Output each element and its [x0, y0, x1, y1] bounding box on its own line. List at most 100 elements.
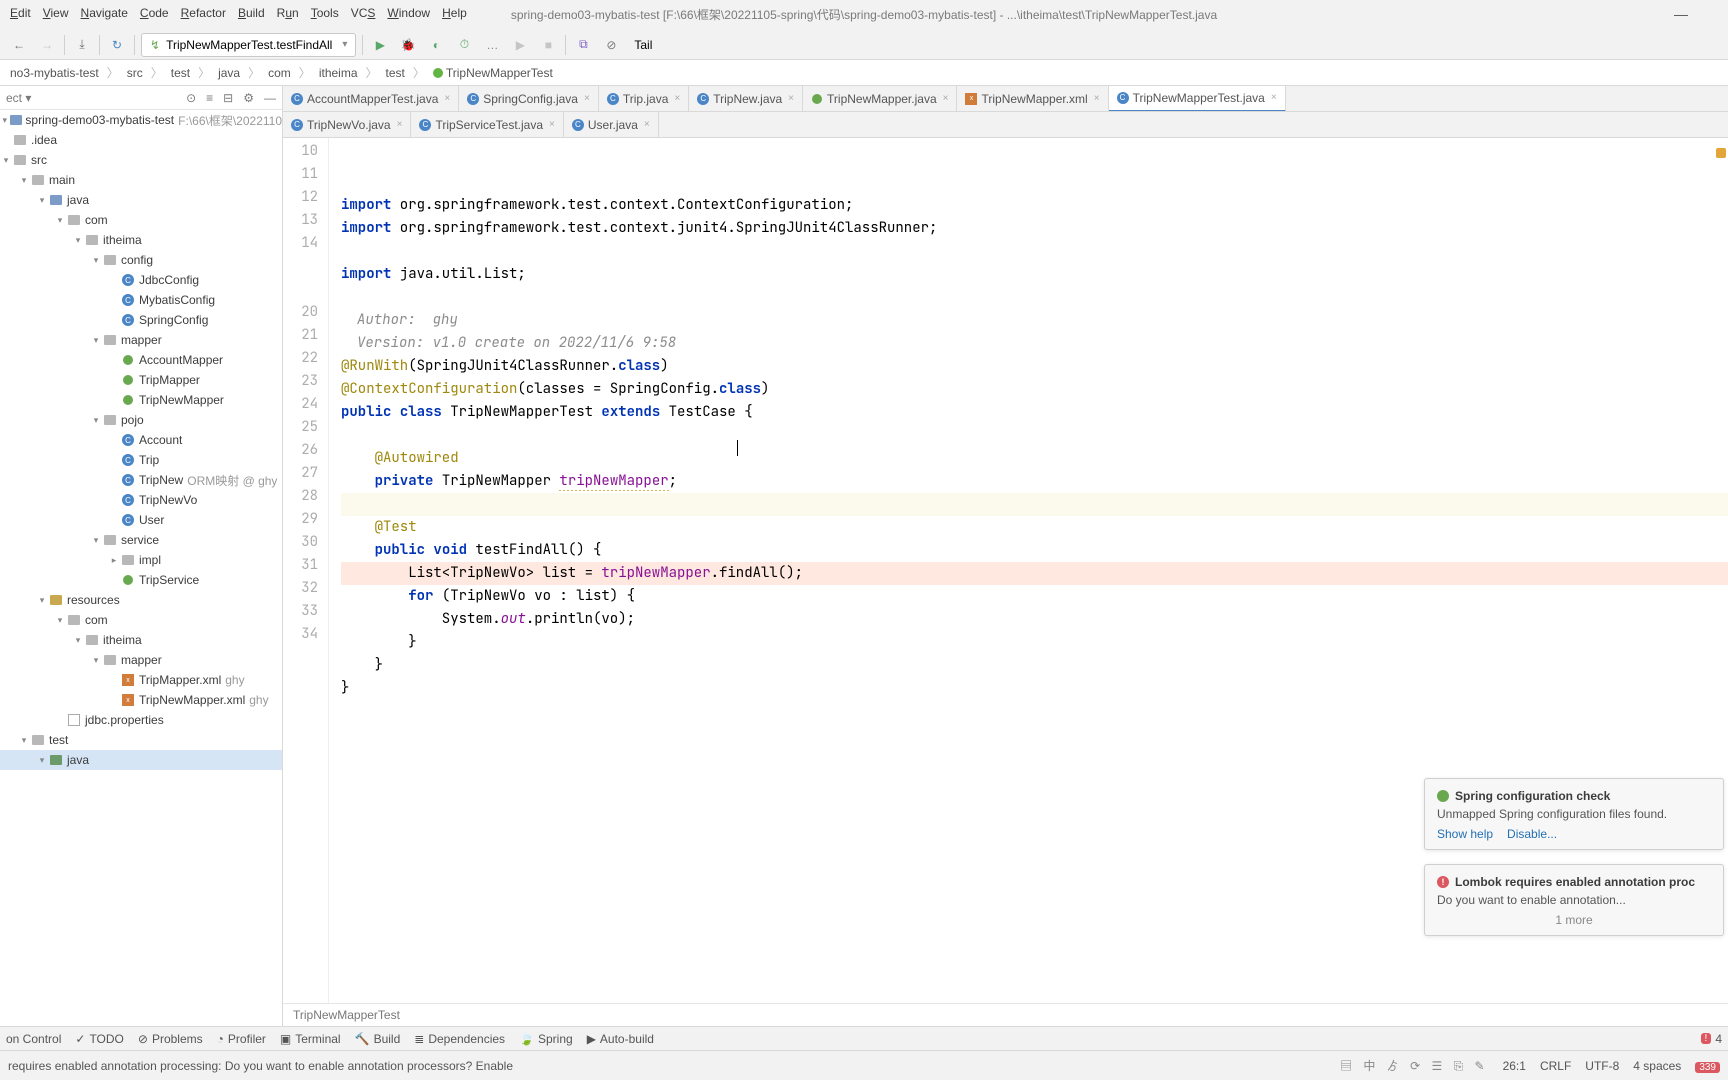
- tree-item[interactable]: ▾mapper: [0, 650, 282, 670]
- breadcrumb-item[interactable]: itheima: [317, 66, 360, 80]
- tree-item[interactable]: ▾service: [0, 530, 282, 550]
- close-icon[interactable]: ×: [397, 119, 403, 130]
- menu-build[interactable]: Build: [234, 4, 269, 22]
- tool-profiler[interactable]: ◔ Profiler: [217, 1032, 266, 1046]
- debug-button[interactable]: 🐞: [397, 34, 419, 56]
- close-icon[interactable]: ×: [943, 93, 949, 104]
- breadcrumb-item[interactable]: java: [216, 66, 242, 80]
- nav-back-icon[interactable]: ←: [8, 34, 30, 56]
- tree-item[interactable]: CSpringConfig: [0, 310, 282, 330]
- menu-code[interactable]: Code: [136, 4, 173, 22]
- indent-setting[interactable]: 4 spaces: [1633, 1059, 1681, 1073]
- menu-run[interactable]: Run: [273, 4, 303, 22]
- tree-item[interactable]: AccountMapper: [0, 350, 282, 370]
- hide-icon[interactable]: —: [264, 91, 276, 105]
- tree-item[interactable]: CTripNewORM映射 @ ghy: [0, 470, 282, 490]
- tree-item[interactable]: jdbc.properties: [0, 710, 282, 730]
- editor-tab[interactable]: CTripNewVo.java×: [283, 112, 411, 138]
- tree-item[interactable]: CTrip: [0, 450, 282, 470]
- collapse-all-icon[interactable]: ⊟: [223, 91, 233, 105]
- locate-file-icon[interactable]: ⊙: [186, 91, 196, 105]
- editor-tab[interactable]: CTrip.java×: [599, 86, 689, 112]
- tree-item[interactable]: ▾java: [0, 190, 282, 210]
- notification-spring[interactable]: Spring configuration check Unmapped Spri…: [1424, 778, 1724, 850]
- tree-item[interactable]: TripService: [0, 570, 282, 590]
- tool-version-control[interactable]: on Control: [6, 1032, 61, 1046]
- tool-dependencies[interactable]: ≣ Dependencies: [414, 1032, 505, 1046]
- attach-button[interactable]: …: [481, 34, 503, 56]
- editor-tab[interactable]: CTripServiceTest.java×: [411, 112, 563, 138]
- breadcrumb-item[interactable]: no3-mybatis-test: [8, 66, 101, 80]
- tree-item[interactable]: ▾resources: [0, 590, 282, 610]
- notif-show-help[interactable]: Show help: [1437, 827, 1493, 841]
- tree-item[interactable]: ▾com: [0, 610, 282, 630]
- breadcrumb-item[interactable]: test: [169, 66, 192, 80]
- stop-process-icon[interactable]: ⊘: [600, 34, 622, 56]
- menu-help[interactable]: Help: [438, 4, 471, 22]
- coverage-button[interactable]: ◐: [425, 34, 447, 56]
- code-with-me-icon[interactable]: ⧉: [572, 34, 594, 56]
- breadcrumb-item[interactable]: com: [266, 66, 293, 80]
- notif-disable[interactable]: Disable...: [1507, 827, 1557, 841]
- tool-autobuild[interactable]: ▶ Auto-build: [587, 1032, 654, 1046]
- close-icon[interactable]: ×: [674, 93, 680, 104]
- tree-item[interactable]: ▾java: [0, 750, 282, 770]
- tree-item[interactable]: ▾main: [0, 170, 282, 190]
- close-icon[interactable]: ×: [584, 93, 590, 104]
- file-encoding[interactable]: UTF-8: [1585, 1059, 1619, 1073]
- close-icon[interactable]: ×: [1094, 93, 1100, 104]
- minimize-icon[interactable]: —: [1674, 6, 1688, 22]
- menu-window[interactable]: Window: [383, 4, 434, 22]
- editor-tab[interactable]: CAccountMapperTest.java×: [283, 86, 459, 112]
- editor-tab[interactable]: CSpringConfig.java×: [459, 86, 599, 112]
- event-log-badge[interactable]: !4: [1701, 1032, 1722, 1046]
- gutter[interactable]: 1011121314▶2021▶222324252627▶28293031323…: [283, 138, 329, 1003]
- memory-indicator[interactable]: 339: [1695, 1059, 1720, 1073]
- tree-item[interactable]: ▾itheima: [0, 630, 282, 650]
- run-config-selector[interactable]: ↯ TripNewMapperTest.testFindAll ▾: [141, 33, 356, 57]
- breadcrumb-item[interactable]: TripNewMapperTest: [431, 66, 555, 80]
- tree-item[interactable]: ▾mapper: [0, 330, 282, 350]
- tree-item[interactable]: ▸impl: [0, 550, 282, 570]
- close-icon[interactable]: ×: [444, 93, 450, 104]
- ide-icons[interactable]: ▤ 中 ゟ ⟳ ☰ ⎘ ✎: [1340, 1057, 1488, 1074]
- tree-item[interactable]: CTripNewVo: [0, 490, 282, 510]
- editor-tab[interactable]: CUser.java×: [564, 112, 659, 138]
- close-icon[interactable]: ×: [788, 93, 794, 104]
- tool-spring[interactable]: 🍃 Spring: [519, 1032, 573, 1046]
- tree-item[interactable]: ▾config: [0, 250, 282, 270]
- run-button[interactable]: ▶: [369, 34, 391, 56]
- tree-item[interactable]: ▾test: [0, 730, 282, 750]
- editor-tab[interactable]: CTripNew.java×: [689, 86, 803, 112]
- stop-button[interactable]: ■: [537, 34, 559, 56]
- tree-item[interactable]: ▾spring-demo03-mybatis-testF:\66\框架\2022…: [0, 110, 282, 130]
- menu-vcs[interactable]: VCS: [347, 4, 380, 22]
- close-icon[interactable]: ×: [549, 119, 555, 130]
- tree-item[interactable]: ▾itheima: [0, 230, 282, 250]
- close-icon[interactable]: ×: [644, 119, 650, 130]
- tree-item[interactable]: xTripMapper.xmlghy: [0, 670, 282, 690]
- tree-item[interactable]: ▾src: [0, 150, 282, 170]
- close-icon[interactable]: ×: [1271, 92, 1277, 103]
- tree-item[interactable]: CAccount: [0, 430, 282, 450]
- tool-todo[interactable]: ✓ TODO: [75, 1032, 124, 1046]
- editor-breadcrumb[interactable]: TripNewMapperTest: [283, 1003, 1728, 1026]
- editor-tab[interactable]: xTripNewMapper.xml×: [957, 86, 1108, 112]
- tree-item[interactable]: CMybatisConfig: [0, 290, 282, 310]
- menu-view[interactable]: View: [39, 4, 73, 22]
- tool-build[interactable]: 🔨 Build: [355, 1032, 401, 1046]
- tool-problems[interactable]: ⊘ Problems: [138, 1032, 203, 1046]
- tree-item[interactable]: TripNewMapper: [0, 390, 282, 410]
- tree-item[interactable]: ▾com: [0, 210, 282, 230]
- status-message[interactable]: requires enabled annotation processing: …: [8, 1059, 1340, 1073]
- tree-item[interactable]: .idea: [0, 130, 282, 150]
- breadcrumb-item[interactable]: src: [125, 66, 145, 80]
- gear-icon[interactable]: ⚙: [243, 91, 254, 105]
- menu-refactor[interactable]: Refactor: [177, 4, 230, 22]
- vcs-update-icon[interactable]: ⤓: [71, 34, 93, 56]
- reload-icon[interactable]: ↻: [106, 34, 128, 56]
- profile-button[interactable]: ⏱: [453, 34, 475, 56]
- nav-forward-icon[interactable]: →: [36, 34, 58, 56]
- project-tree[interactable]: ▾spring-demo03-mybatis-testF:\66\框架\2022…: [0, 110, 282, 1026]
- warning-mark-icon[interactable]: [1716, 148, 1726, 158]
